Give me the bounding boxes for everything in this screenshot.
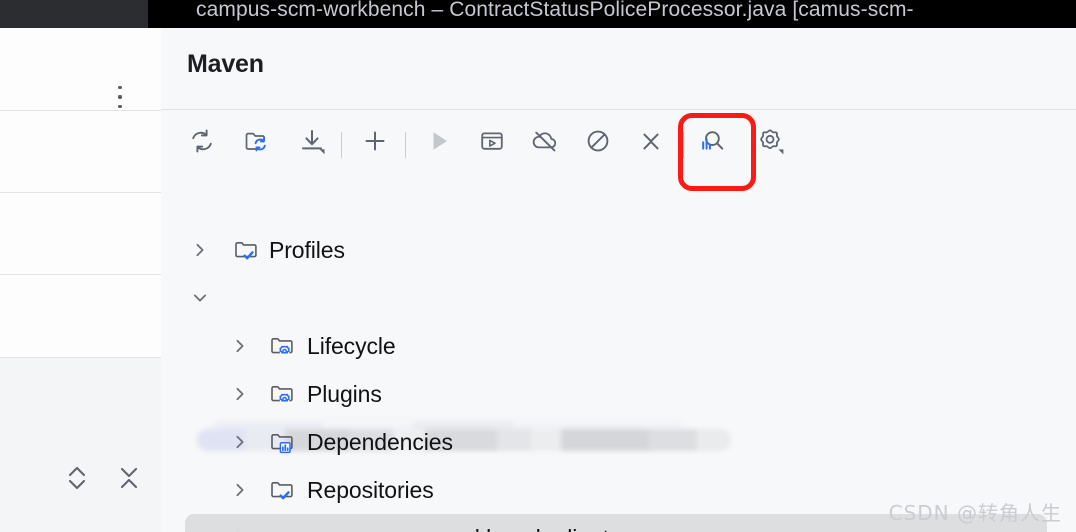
run-maven-build-button[interactable] — [416, 120, 462, 166]
tree-item-label: new-campus-workbench-client — [301, 525, 609, 532]
left-panel-section-1 — [0, 28, 161, 111]
folder-gear-icon — [269, 333, 295, 359]
chevron-right-icon[interactable] — [229, 335, 251, 357]
toggle-skip-tests-button[interactable] — [575, 120, 621, 166]
svg-text:m: m — [267, 529, 281, 532]
terminal-run-icon — [478, 127, 506, 160]
chevron-right-icon[interactable] — [229, 479, 251, 501]
tree-row[interactable]: Plugins — [161, 370, 1076, 418]
collapse-all-icon[interactable] — [116, 463, 142, 493]
download-icon — [298, 127, 326, 160]
maven-settings-button[interactable] — [747, 120, 793, 166]
generate-sources-button[interactable] — [234, 120, 280, 166]
folder-chart-icon — [269, 429, 295, 455]
chevron-right-icon[interactable] — [229, 383, 251, 405]
folder-gear-icon — [269, 381, 295, 407]
folder-refresh-icon — [243, 127, 271, 160]
left-panel-section-3 — [0, 193, 161, 275]
window-title-bar: campus-scm-workbench – ContractStatusPol… — [0, 0, 1076, 28]
add-maven-project-button[interactable] — [352, 120, 398, 166]
title-bar-left-block — [0, 0, 148, 28]
collapse-all-icon — [637, 127, 665, 160]
toolbar-separator-2 — [405, 132, 406, 158]
analyze-dependencies-button[interactable] — [688, 120, 734, 166]
window-title: campus-scm-workbench – ContractStatusPol… — [196, 0, 914, 21]
chevron-right-icon[interactable] — [229, 431, 251, 453]
maven-projects-tree: Profiles Lifecycle Plugins Dependencies … — [161, 176, 1076, 532]
refresh-icon — [188, 127, 216, 160]
chevron-right-icon[interactable] — [229, 527, 251, 532]
screenshot-root: campus-scm-workbench – ContractStatusPol… — [0, 0, 1076, 532]
left-panel-section-4 — [0, 275, 161, 358]
reload-all-maven-projects-button[interactable] — [179, 120, 225, 166]
chevron-down-icon[interactable] — [189, 287, 211, 309]
chevron-right-icon[interactable] — [189, 239, 211, 261]
play-icon — [425, 127, 453, 160]
folder-check-icon — [233, 237, 259, 263]
download-sources-button[interactable] — [289, 120, 335, 166]
plus-icon — [361, 127, 389, 160]
left-panel-section-2 — [0, 111, 161, 193]
maven-header: Maven — [161, 28, 1076, 110]
tree-row[interactable]: Profiles — [161, 226, 1076, 274]
left-panel-footer — [0, 358, 161, 532]
csdn-watermark: CSDN @转角人生 — [888, 501, 1062, 525]
maven-m-icon: m — [265, 525, 291, 532]
tree-row-redacted[interactable] — [161, 274, 1076, 322]
tree-item-label: Profiles — [269, 236, 345, 263]
tree-item-label: Lifecycle — [307, 332, 396, 359]
kebab-menu-icon[interactable] — [116, 84, 124, 110]
page-title: Maven — [187, 50, 264, 78]
clipped-editor-text: ) — [0, 526, 5, 532]
tree-row[interactable]: Dependencies — [161, 418, 1076, 466]
maven-toolbar — [161, 111, 1076, 191]
tree-item-label: Dependencies — [307, 428, 453, 455]
cloud-offline-icon — [531, 127, 559, 160]
toggle-offline-mode-button[interactable] — [522, 120, 568, 166]
skip-tests-icon — [584, 127, 612, 160]
dependency-analyzer-icon — [696, 126, 726, 161]
toolbar-separator-3 — [683, 132, 684, 158]
tree-item-label: Repositories — [307, 476, 434, 503]
tree-row[interactable]: Lifecycle — [161, 322, 1076, 370]
tree-item-label: Plugins — [307, 380, 382, 407]
maven-tool-window: Maven Profiles Lifecycle Plugins Depende… — [161, 28, 1076, 532]
execute-maven-goal-button[interactable] — [469, 120, 515, 166]
folder-check-icon — [269, 477, 295, 503]
expand-all-icon[interactable] — [64, 463, 90, 493]
left-tool-panel: ) — [0, 28, 161, 532]
collapse-all-button[interactable] — [628, 120, 674, 166]
gear-icon — [755, 126, 785, 161]
toolbar-separator — [341, 132, 342, 158]
left-panel-icon-group — [56, 463, 156, 503]
